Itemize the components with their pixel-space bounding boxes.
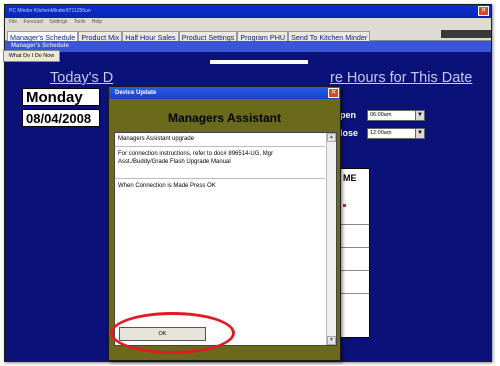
dialog-heading: Managers Assistant <box>168 111 281 125</box>
todays-date-label: Today's D <box>50 70 114 86</box>
open-time-value: 06:00am <box>370 112 392 118</box>
close-icon[interactable]: ✕ <box>328 88 339 98</box>
table-row <box>341 247 369 248</box>
schedule-table: ME <box>340 168 370 338</box>
menu-tools[interactable]: Tools <box>74 19 86 25</box>
scroll-down-icon[interactable]: ▼ <box>327 336 336 345</box>
menu-settings[interactable]: Settings <box>49 19 67 25</box>
menu-file[interactable]: File <box>9 19 17 25</box>
open-time-select[interactable]: 06:00am ▼ <box>367 110 425 121</box>
open-label: pen <box>340 110 357 120</box>
message-line: Managers Assistant upgrade <box>118 136 195 142</box>
menu-bar: File Forecast Settings Tools Help <box>5 18 491 27</box>
tab-bar: Manager's Schedule Product Mix Half Hour S… <box>5 27 491 43</box>
app-title: PC Minder KitchenMinder8711256un <box>9 8 91 14</box>
menu-forecast[interactable]: Forecast <box>23 19 42 25</box>
dialog-title-bar: Device Update ✕ <box>109 87 340 99</box>
close-time-select[interactable]: 12:00am ▼ <box>367 128 425 139</box>
date-field: 08/04/2008 <box>22 109 100 127</box>
indicator-dot <box>343 204 346 207</box>
what-do-i-do-now-button[interactable]: What Do I Do Now <box>3 50 60 62</box>
store-hours-label: re Hours for This Date <box>330 70 473 86</box>
chevron-down-icon[interactable]: ▼ <box>415 129 424 138</box>
table-row <box>341 224 369 225</box>
chevron-down-icon[interactable]: ▼ <box>415 111 424 120</box>
close-time-value: 12:00am <box>370 130 392 136</box>
table-row <box>341 270 369 271</box>
day-field: Monday <box>22 88 100 106</box>
table-row <box>341 293 369 294</box>
scroll-up-icon[interactable]: ▲ <box>327 133 336 142</box>
message-line: When Connection is Made Press OK <box>118 183 216 189</box>
section-header: Manager's Schedule <box>5 41 491 52</box>
app-close-icon[interactable]: ✕ <box>478 6 489 16</box>
app-title-bar: PC Minder KitchenMinder8711256un ✕ <box>5 5 491 18</box>
dialog-title: Device Update <box>115 90 157 96</box>
highlight-circle <box>110 312 235 354</box>
close-label: lose <box>340 128 359 138</box>
panel-edge <box>210 60 308 64</box>
divider <box>115 178 325 179</box>
menu-help[interactable]: Help <box>92 19 102 25</box>
table-header: ME <box>343 173 357 183</box>
tab-strip-filler <box>441 30 491 38</box>
scrollbar[interactable]: ▲ ▼ <box>326 133 336 345</box>
message-line: For connection instructions, refer to do… <box>118 151 274 165</box>
divider <box>115 146 325 147</box>
